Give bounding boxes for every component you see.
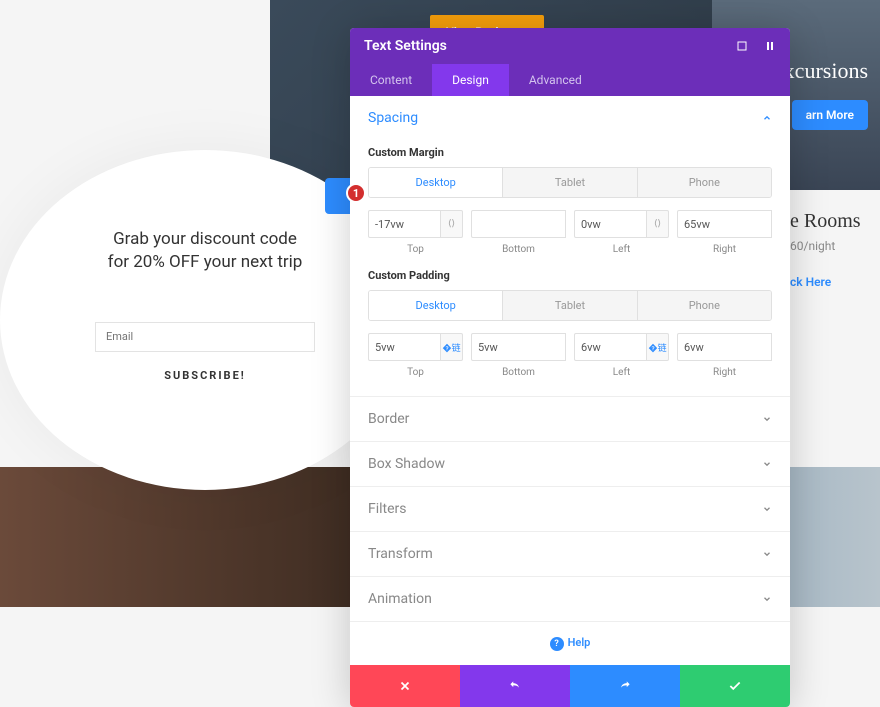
rooms-title: e Rooms — [790, 210, 880, 233]
margin-left-input[interactable] — [574, 210, 647, 238]
padding-bottom-input[interactable] — [471, 333, 566, 361]
section-animation-header[interactable]: Animation — [350, 577, 790, 621]
padding-left-label: Left — [613, 367, 630, 378]
section-border-label: Border — [368, 411, 409, 427]
margin-right-input[interactable] — [677, 210, 772, 238]
chevron-down-icon — [762, 414, 772, 424]
margin-top-input[interactable] — [368, 210, 441, 238]
margin-device-phone[interactable]: Phone — [638, 168, 771, 197]
undo-button[interactable] — [460, 665, 570, 707]
margin-bottom-label: Bottom — [502, 244, 535, 255]
promo-heading: Grab your discount codefor 20% OFF your … — [108, 228, 303, 274]
margin-bottom-input[interactable] — [471, 210, 566, 238]
chevron-down-icon — [762, 459, 772, 469]
custom-margin-label: Custom Margin — [368, 146, 772, 159]
margin-device-tabs: Desktop Tablet Phone — [368, 167, 772, 198]
margin-left-label: Left — [613, 244, 630, 255]
custom-padding-label: Custom Padding — [368, 269, 772, 282]
section-transform-header[interactable]: Transform — [350, 532, 790, 576]
padding-left-link-icon[interactable]: �链 — [647, 333, 669, 361]
email-field[interactable] — [95, 322, 315, 352]
rooms-snippet: e Rooms 60/night ck Here — [790, 210, 880, 289]
subscribe-button[interactable]: SUBSCRIBE! — [95, 360, 315, 392]
section-box-shadow-label: Box Shadow — [368, 456, 445, 472]
save-button[interactable] — [680, 665, 790, 707]
margin-top-link-icon[interactable]: ⟨⟩ — [441, 210, 463, 238]
padding-top-link-icon[interactable]: �链 — [441, 333, 463, 361]
chevron-down-icon — [762, 549, 772, 559]
padding-top-input[interactable] — [368, 333, 441, 361]
chevron-down-icon — [762, 594, 772, 604]
padding-device-tabs: Desktop Tablet Phone — [368, 290, 772, 321]
help-link[interactable]: ?Help — [350, 622, 790, 665]
margin-device-tablet[interactable]: Tablet — [503, 168, 637, 197]
chevron-down-icon — [762, 504, 772, 514]
padding-right-input[interactable] — [677, 333, 772, 361]
padding-top-label: Top — [407, 367, 424, 378]
padding-device-desktop[interactable]: Desktop — [369, 291, 503, 320]
section-border-header[interactable]: Border — [350, 397, 790, 441]
padding-bottom-label: Bottom — [502, 367, 535, 378]
tab-content[interactable]: Content — [350, 64, 432, 96]
section-filters-label: Filters — [368, 501, 407, 517]
margin-device-desktop[interactable]: Desktop — [369, 168, 503, 197]
section-transform-label: Transform — [368, 546, 433, 562]
padding-right-label: Right — [713, 367, 736, 378]
action-bar — [350, 665, 790, 707]
margin-top-label: Top — [407, 244, 424, 255]
panel-tabs: Content Design Advanced — [350, 64, 790, 96]
drag-icon[interactable] — [764, 40, 776, 52]
rooms-link[interactable]: ck Here — [790, 275, 880, 289]
tab-advanced[interactable]: Advanced — [509, 64, 602, 96]
help-icon: ? — [550, 637, 564, 651]
padding-device-phone[interactable]: Phone — [638, 291, 771, 320]
chevron-up-icon — [762, 113, 772, 123]
text-settings-panel: Text Settings Content Design Advanced Sp… — [350, 28, 790, 707]
panel-title: Text Settings — [364, 38, 447, 54]
margin-left-link-icon[interactable]: ⟨⟩ — [647, 210, 669, 238]
section-spacing-header[interactable]: Spacing — [350, 96, 790, 140]
section-box-shadow-header[interactable]: Box Shadow — [350, 442, 790, 486]
learn-more-button[interactable]: arn More — [792, 100, 868, 130]
expand-icon[interactable] — [736, 40, 748, 52]
margin-right-label: Right — [713, 244, 736, 255]
section-animation-label: Animation — [368, 591, 432, 607]
section-spacing-label: Spacing — [368, 110, 418, 126]
section-filters-header[interactable]: Filters — [350, 487, 790, 531]
annotation-badge-1: 1 — [346, 183, 366, 203]
padding-left-input[interactable] — [574, 333, 647, 361]
padding-device-tablet[interactable]: Tablet — [503, 291, 637, 320]
cancel-button[interactable] — [350, 665, 460, 707]
redo-button[interactable] — [570, 665, 680, 707]
rooms-price: 60/night — [790, 239, 880, 253]
tab-design[interactable]: Design — [432, 64, 509, 96]
